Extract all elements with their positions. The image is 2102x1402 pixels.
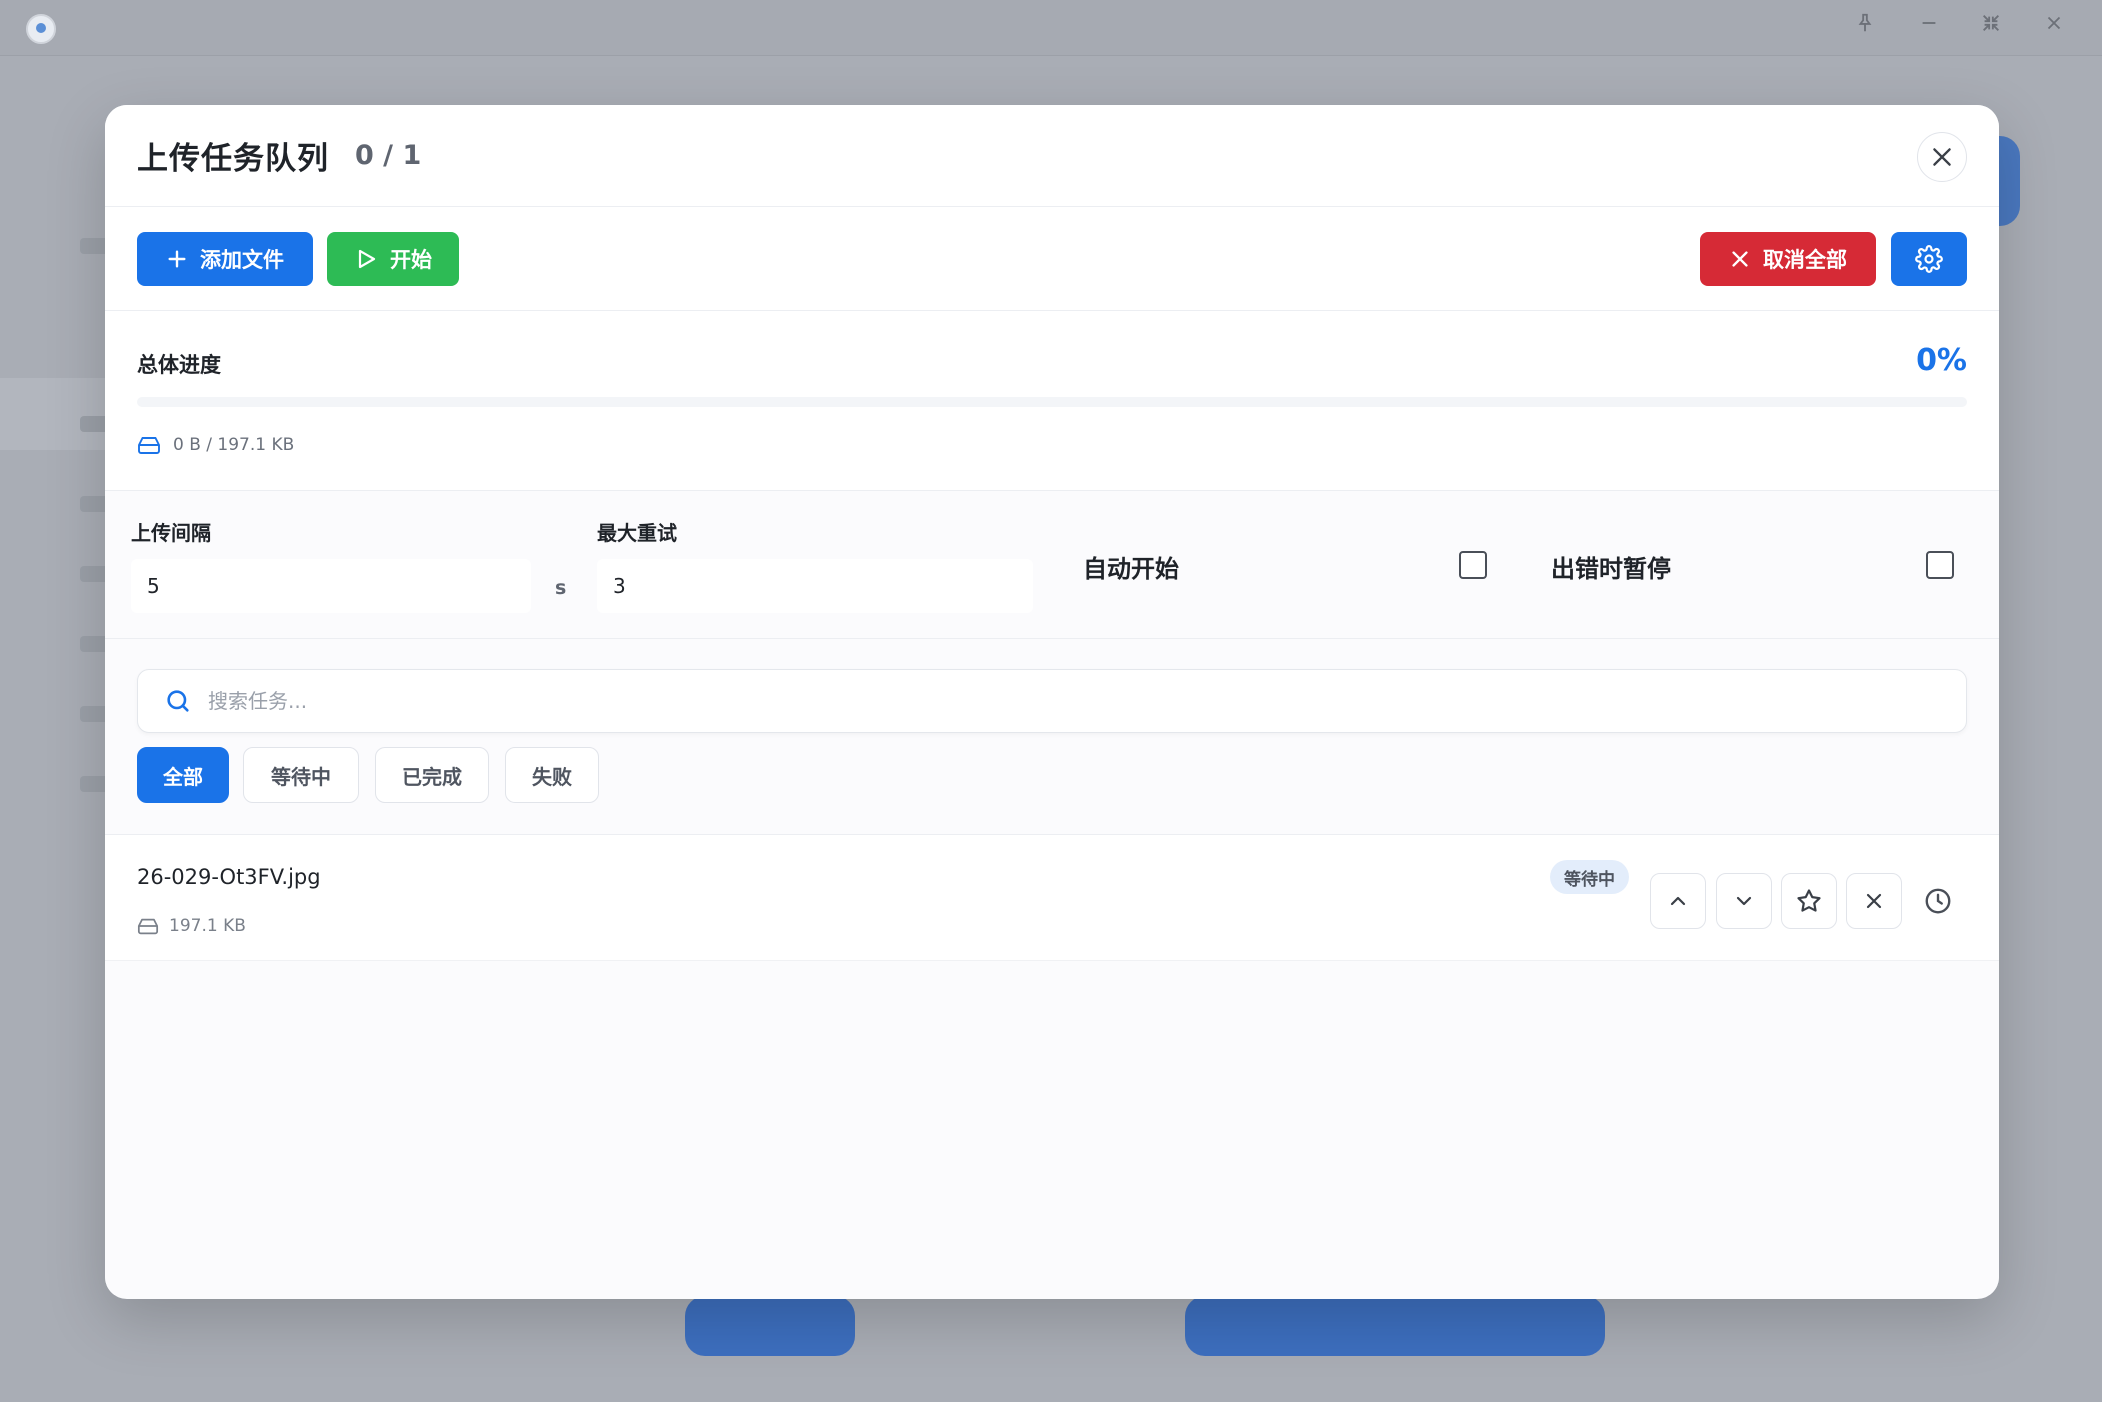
pause-on-error-checkbox[interactable] xyxy=(1926,551,1954,579)
chevron-up-icon xyxy=(1670,896,1686,906)
max-retry-label: 最大重试 xyxy=(597,521,677,545)
plus-icon xyxy=(168,250,186,268)
search-input[interactable] xyxy=(208,689,1808,713)
background-blue-button xyxy=(1185,1296,1605,1356)
star-icon xyxy=(1797,889,1821,912)
x-icon xyxy=(1866,893,1882,909)
upload-interval-input[interactable] xyxy=(131,559,531,613)
gear-icon xyxy=(1915,245,1943,273)
settings-button[interactable] xyxy=(1891,232,1967,286)
close-icon xyxy=(1933,148,1951,166)
add-file-button[interactable]: 添加文件 xyxy=(137,232,313,286)
start-button[interactable]: 开始 xyxy=(327,232,459,286)
auto-start-label: 自动开始 xyxy=(1083,555,1179,583)
max-retry-input[interactable] xyxy=(597,559,1033,613)
app-titlebar xyxy=(0,0,2102,56)
task-list: 26-029-Ot3FV.jpg 197.1 KB 等待中 xyxy=(105,835,1999,1295)
modal-header: 上传任务队列 0 / 1 xyxy=(105,105,1999,207)
overall-progress-label: 总体进度 xyxy=(137,353,221,377)
play-icon xyxy=(358,249,376,269)
search-icon xyxy=(167,690,189,712)
overall-progress-size-text: 0 B / 197.1 KB xyxy=(173,435,295,455)
overall-progress-bar xyxy=(137,397,1967,407)
auto-start-checkbox[interactable] xyxy=(1459,551,1487,579)
filter-tab-completed[interactable]: 已完成 xyxy=(375,747,489,803)
pin-icon[interactable] xyxy=(1848,12,1882,42)
upload-interval-label: 上传间隔 xyxy=(131,521,211,545)
filter-tab-failed[interactable]: 失败 xyxy=(505,747,599,803)
queue-settings: 上传间隔 s 最大重试 自动开始 出错时暂停 xyxy=(105,491,1999,639)
add-file-label: 添加文件 xyxy=(200,248,284,272)
schedule-button[interactable] xyxy=(1920,883,1956,919)
search-filter-section: 全部 等待中 已完成 失败 xyxy=(105,639,1999,835)
upload-queue-modal: 上传任务队列 0 / 1 添加文件 开始 取消全部 总体进度 0% 0 B / … xyxy=(105,105,1999,1299)
background-selected-item xyxy=(0,378,110,450)
filter-tab-waiting[interactable]: 等待中 xyxy=(243,747,359,803)
overall-progress-section: 总体进度 0% 0 B / 197.1 KB xyxy=(105,311,1999,491)
cancel-all-label: 取消全部 xyxy=(1763,248,1847,272)
window-close-icon[interactable] xyxy=(2037,12,2071,42)
status-badge: 等待中 xyxy=(1550,860,1629,894)
hard-drive-icon xyxy=(137,918,159,935)
x-icon xyxy=(1732,251,1748,267)
upload-interval-unit: s xyxy=(555,577,567,599)
cancel-all-button[interactable]: 取消全部 xyxy=(1700,232,1876,286)
start-label: 开始 xyxy=(390,248,432,272)
priority-button[interactable] xyxy=(1781,873,1837,929)
chevron-down-icon xyxy=(1736,896,1752,906)
background-blue-button xyxy=(685,1296,855,1356)
overall-progress-size: 0 B / 197.1 KB xyxy=(137,433,294,457)
task-file-size-text: 197.1 KB xyxy=(169,916,246,936)
toolbar: 添加文件 开始 取消全部 xyxy=(105,207,1999,311)
restore-icon[interactable] xyxy=(1974,12,2008,42)
move-down-button[interactable] xyxy=(1716,873,1772,929)
remove-task-button[interactable] xyxy=(1846,873,1902,929)
filter-tab-all[interactable]: 全部 xyxy=(137,747,229,803)
task-count: 0 / 1 xyxy=(355,140,422,171)
close-button[interactable] xyxy=(1917,132,1967,182)
minimize-icon[interactable] xyxy=(1912,12,1946,42)
modal-title: 上传任务队列 xyxy=(137,141,329,177)
task-file-name: 26-029-Ot3FV.jpg xyxy=(137,865,321,889)
search-box[interactable] xyxy=(137,669,1967,733)
clock-icon xyxy=(1925,888,1951,914)
pause-on-error-label: 出错时暂停 xyxy=(1551,555,1671,583)
overall-progress-percent: 0% xyxy=(1916,343,1967,378)
app-logo-icon xyxy=(26,14,56,44)
move-up-button[interactable] xyxy=(1650,873,1706,929)
task-file-size: 197.1 KB xyxy=(137,915,246,937)
hard-drive-icon xyxy=(138,437,160,454)
task-row: 26-029-Ot3FV.jpg 197.1 KB 等待中 xyxy=(105,835,1999,961)
